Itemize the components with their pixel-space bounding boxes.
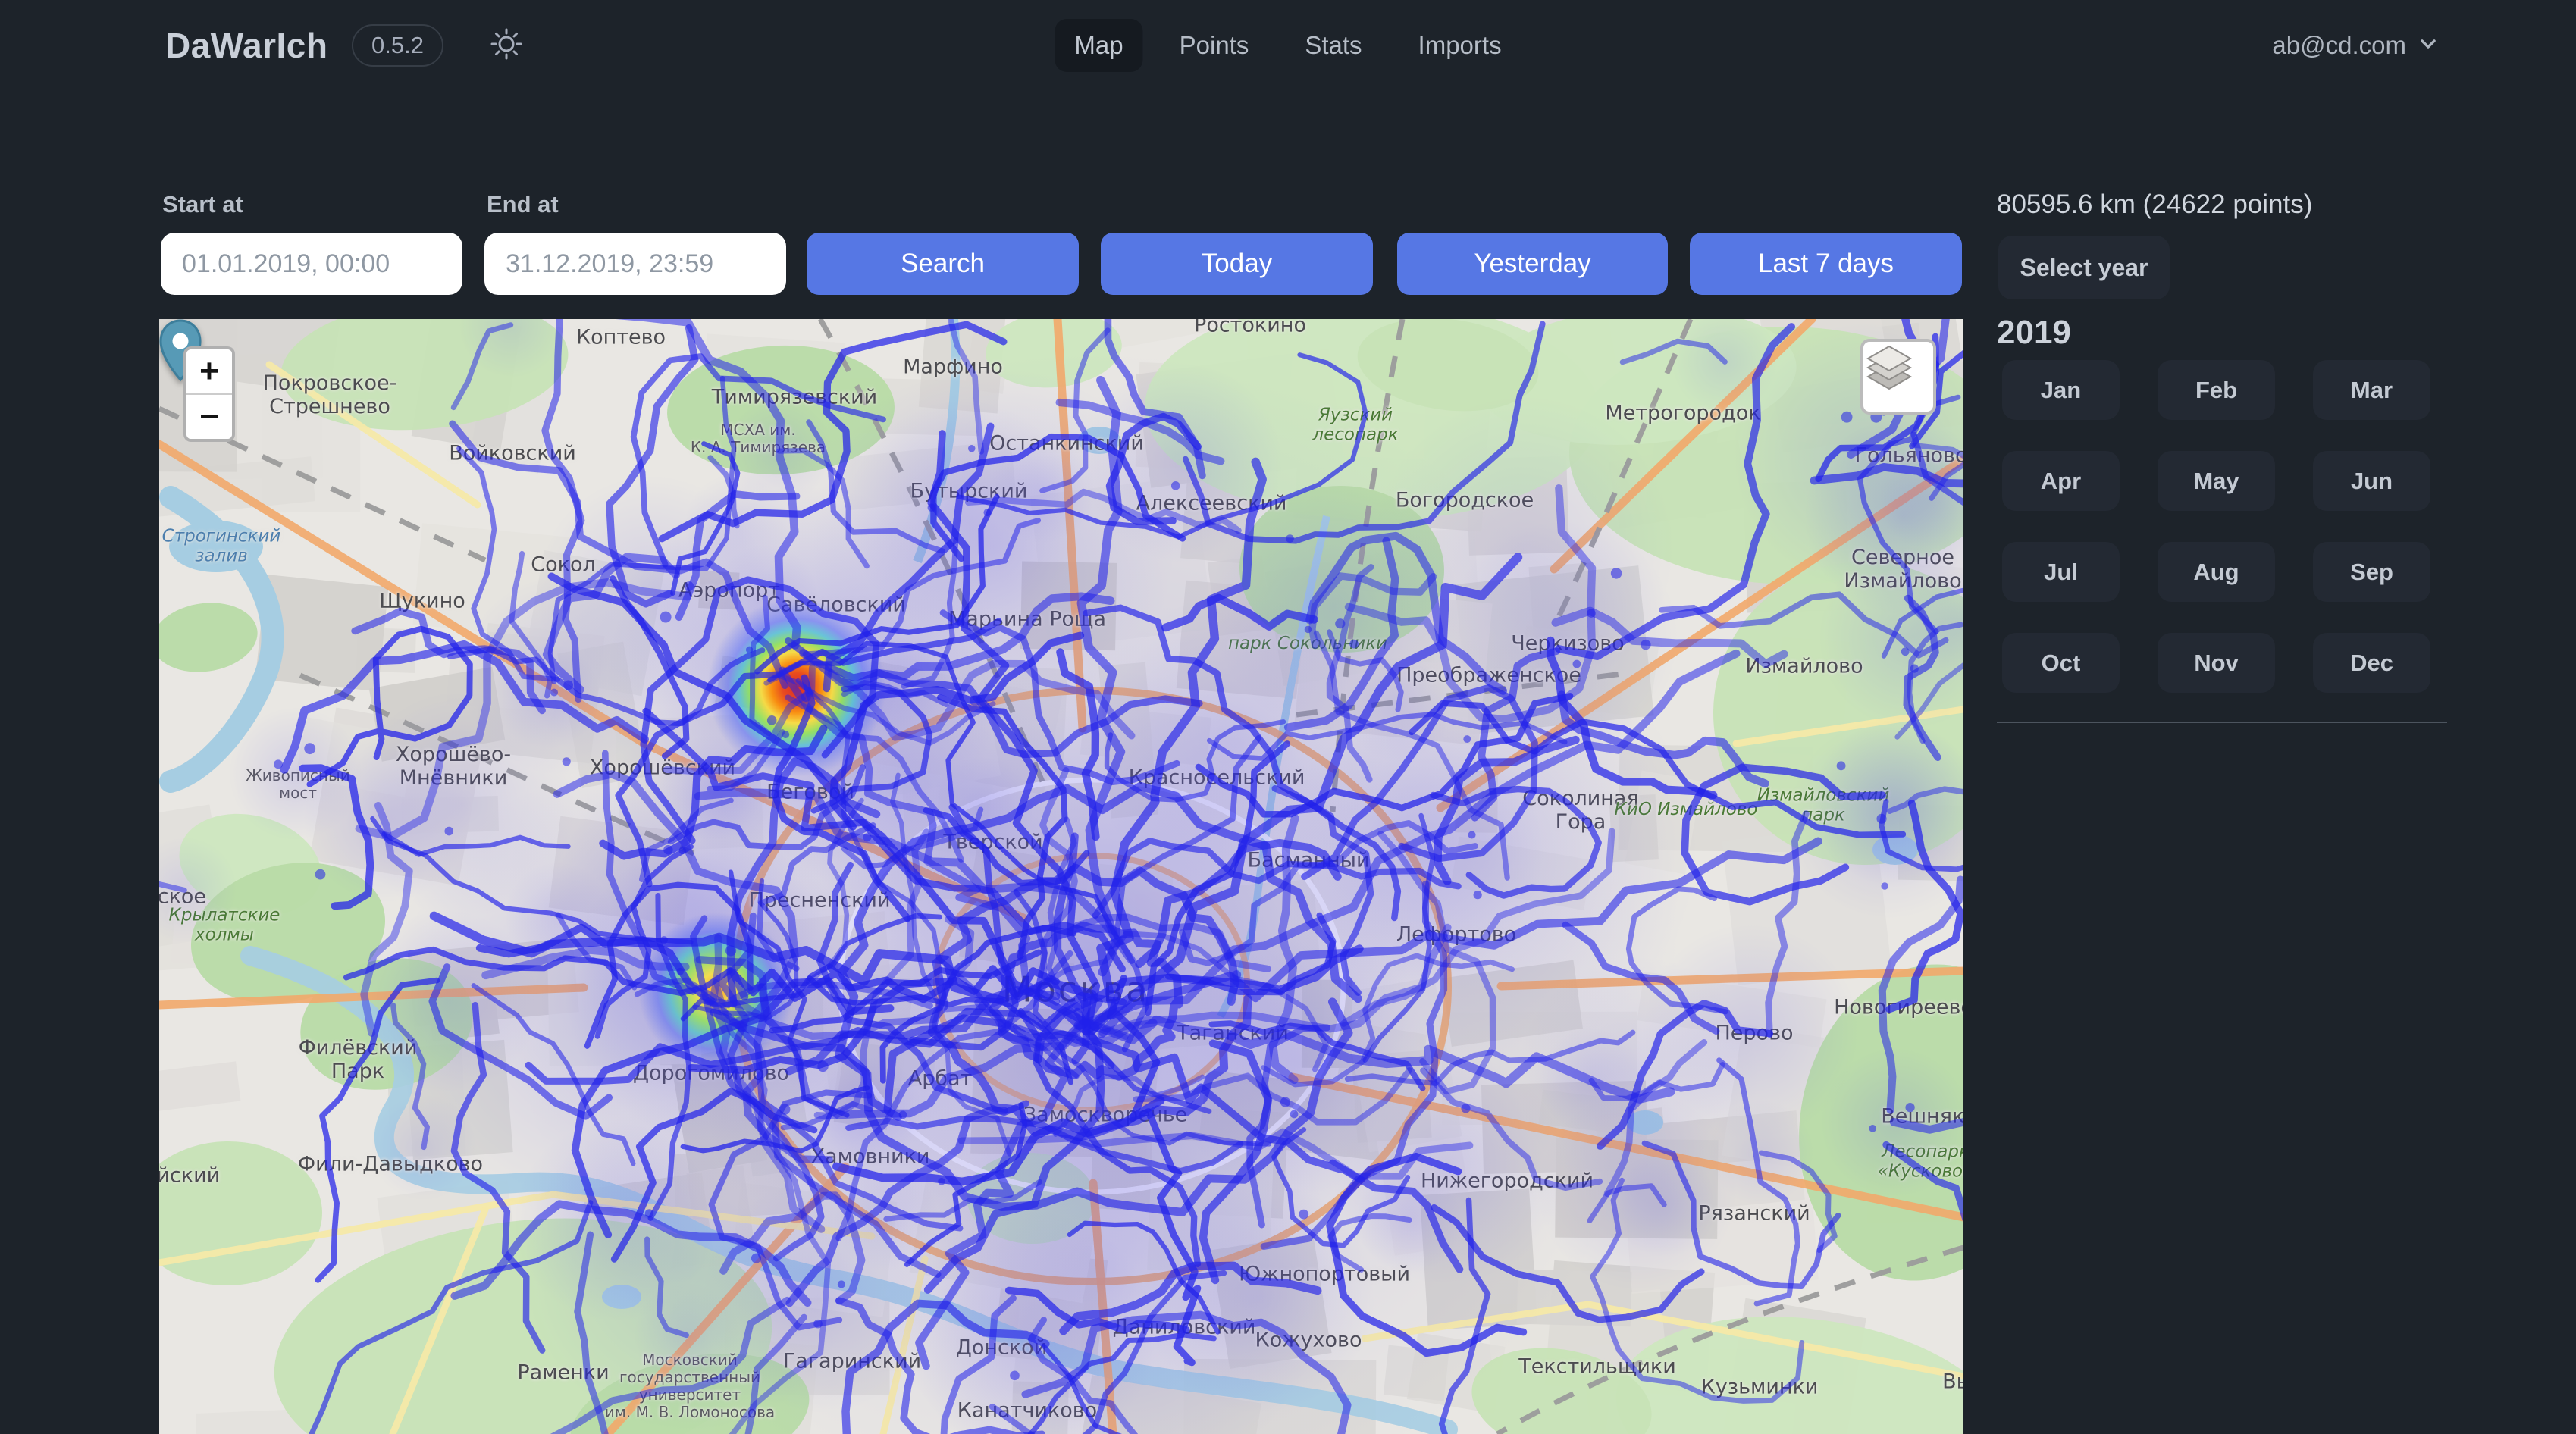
theme-toggle-button[interactable] (488, 27, 525, 64)
today-button[interactable]: Today (1101, 233, 1373, 295)
map-canvas[interactable]: КоптевоПокровское- СтрешневоТимирязевски… (159, 319, 1963, 1434)
tab-stats[interactable]: Stats (1285, 19, 1381, 72)
months-grid: Jan Feb Mar Apr May Jun Jul Aug Sep Oct Nov Dec (2002, 360, 2430, 693)
yesterday-button[interactable]: Yesterday (1397, 233, 1668, 295)
zoom-control: + − (183, 346, 235, 442)
version-badge: 0.5.2 (352, 24, 443, 67)
year-heading: 2019 (1997, 314, 2071, 352)
distance-stats: 80595.6 km (24622 points) (1997, 189, 2312, 220)
select-year-button[interactable]: Select year (1998, 236, 2170, 299)
month-dec-button[interactable]: Dec (2313, 633, 2430, 693)
month-jan-button[interactable]: Jan (2002, 360, 2120, 420)
month-aug-button[interactable]: Aug (2158, 542, 2275, 602)
month-feb-button[interactable]: Feb (2158, 360, 2275, 420)
chevron-down-icon (2417, 33, 2440, 59)
main-nav: Map Points Stats Imports (1055, 19, 1521, 72)
app-logo: DaWarIch (165, 25, 327, 66)
user-menu[interactable]: ab@cd.com (2272, 31, 2440, 60)
start-at-label: Start at (162, 191, 243, 218)
month-mar-button[interactable]: Mar (2313, 360, 2430, 420)
gps-tracks-layer (159, 319, 1963, 1434)
tab-map[interactable]: Map (1055, 19, 1142, 72)
start-date-input[interactable] (161, 233, 462, 295)
month-may-button[interactable]: May (2158, 451, 2275, 511)
zoom-out-button[interactable]: − (186, 393, 232, 439)
month-jun-button[interactable]: Jun (2313, 451, 2430, 511)
user-email: ab@cd.com (2272, 31, 2406, 60)
sidebar-divider (1997, 722, 2447, 723)
month-jul-button[interactable]: Jul (2002, 542, 2120, 602)
tab-imports[interactable]: Imports (1399, 19, 1521, 72)
month-apr-button[interactable]: Apr (2002, 451, 2120, 511)
search-button[interactable]: Search (807, 233, 1079, 295)
tab-points[interactable]: Points (1160, 19, 1269, 72)
month-sep-button[interactable]: Sep (2313, 542, 2430, 602)
month-oct-button[interactable]: Oct (2002, 633, 2120, 693)
zoom-in-button[interactable]: + (186, 349, 232, 393)
navbar: DaWarIch 0.5.2 Map Points Stats Imports ab@… (0, 0, 2576, 91)
layers-control-button[interactable] (1860, 339, 1936, 415)
sun-icon (489, 27, 524, 65)
end-at-label: End at (487, 191, 559, 218)
last-7-days-button[interactable]: Last 7 days (1690, 233, 1962, 295)
end-date-input[interactable] (484, 233, 786, 295)
month-nov-button[interactable]: Nov (2158, 633, 2275, 693)
